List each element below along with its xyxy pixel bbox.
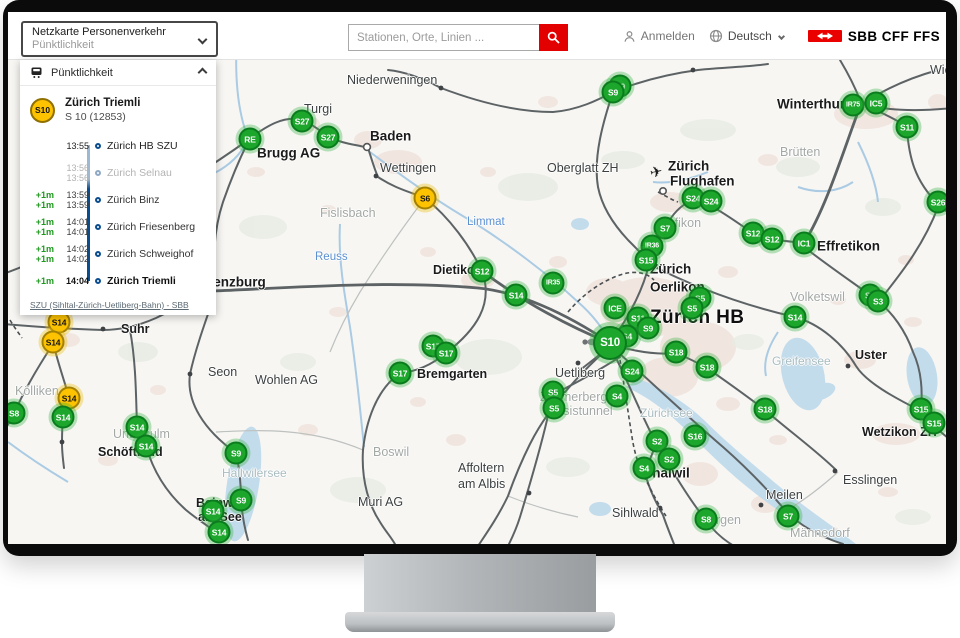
line-badge-s27[interactable]: S27 [291, 110, 314, 133]
line-badge-ic5[interactable]: IC5 [865, 92, 888, 115]
train-line-badge: S10 [30, 98, 55, 123]
line-badge-s8[interactable]: S8 [695, 508, 718, 531]
stop-row-z-rich-hb-szu[interactable]: 13:55Zürich HB SZU [20, 132, 216, 159]
chevron-down-icon [198, 35, 208, 45]
line-badge-s17[interactable]: S17 [389, 362, 412, 385]
line-badge-re[interactable]: RE [239, 128, 262, 151]
top-right-cluster: Anmelden Deutsch SBB CFF [623, 12, 940, 60]
monitor-scene: NiederweningenTurgiBadenBrugg AGWettinge… [0, 0, 960, 638]
login-label: Anmelden [641, 29, 695, 43]
line-badge-s14[interactable]: S14 [202, 500, 225, 523]
line-badge-s14[interactable]: S14 [135, 435, 158, 458]
line-badge-s7[interactable]: S7 [777, 505, 800, 528]
line-badge-s5[interactable]: S5 [543, 397, 566, 420]
line-badge-s12[interactable]: S12 [471, 260, 494, 283]
train-details-panel: Pünktlichkeit S10 Zürich Triemli S 10 (1… [20, 60, 216, 315]
line-badge-s14[interactable]: S14 [505, 284, 528, 307]
search-icon [547, 31, 560, 44]
line-badge-ic1[interactable]: IC1 [793, 232, 816, 255]
line-badge-s26[interactable]: S26 [927, 191, 947, 214]
stop-row-z-rich-triemli[interactable]: +1m14:04Zürich Triemli [20, 267, 216, 294]
language-label: Deutsch [728, 29, 772, 43]
line-badge-s14[interactable]: S14 [42, 331, 65, 354]
line-badge-s14[interactable]: S14 [52, 406, 75, 429]
monitor-stand-neck [364, 554, 596, 614]
line-badge-s15[interactable]: S15 [635, 249, 658, 272]
line-badge-s6[interactable]: S6 [414, 187, 437, 210]
chevron-up-icon [198, 68, 208, 78]
line-badge-s2[interactable]: S2 [658, 448, 681, 471]
login-button[interactable]: Anmelden [623, 29, 695, 43]
monitor-stand-base [345, 612, 615, 632]
line-badge-ir75[interactable]: IR75 [842, 94, 865, 117]
line-badge-s4[interactable]: S4 [633, 457, 656, 480]
app-window: NiederweningenTurgiBadenBrugg AGWettinge… [8, 12, 946, 544]
line-badge-s4[interactable]: S4 [606, 385, 629, 408]
line-badge-s17[interactable]: S17 [435, 342, 458, 365]
stop-node-icon [95, 170, 101, 176]
panel-title: Pünktlichkeit [51, 67, 191, 79]
stop-row-z-rich-binz[interactable]: +1m+1m13:5913:59Zürich Binz [20, 186, 216, 213]
line-badge-s24[interactable]: S24 [700, 190, 723, 213]
train-name: Zürich Triemli [65, 96, 140, 110]
chevron-down-icon [778, 32, 785, 39]
stop-row-z-rich-selnau[interactable]: 13:5613:56Zürich Selnau [20, 159, 216, 186]
layer-select-dropdown[interactable]: Netzkarte Personenverkehr Pünktlichkeit [21, 21, 218, 57]
globe-icon [709, 29, 723, 43]
stop-row-z-rich-schweighof[interactable]: +1m+1m14:0214:02Zürich Schweighof [20, 240, 216, 267]
line-badge-s27[interactable]: S27 [317, 126, 340, 149]
stop-node-icon [95, 251, 101, 257]
stop-node-icon [95, 278, 101, 284]
stop-node-icon [95, 143, 101, 149]
line-badge-s14[interactable]: S14 [208, 521, 231, 544]
language-selector[interactable]: Deutsch [709, 29, 784, 43]
stops-timeline: 13:55Zürich HB SZU13:5613:56Zürich Selna… [20, 132, 216, 294]
sbb-logo[interactable]: SBB CFF FFS [808, 29, 940, 44]
top-bar: Netzkarte Personenverkehr Pünktlichkeit [8, 12, 946, 60]
line-badge-s9[interactable]: S9 [225, 442, 248, 465]
layer-select-value: Netzkarte Personenverkehr [32, 26, 194, 39]
sbb-arrows-icon [808, 30, 842, 42]
line-badge-s8[interactable]: S8 [8, 402, 26, 425]
train-line-info: S 10 (12853) [65, 110, 140, 124]
line-badge-s24[interactable]: S24 [621, 360, 644, 383]
stop-node-icon [95, 197, 101, 203]
stop-row-z-rich-friesenberg[interactable]: +1m+1m14:0114:01Zürich Friesenberg [20, 213, 216, 240]
search-input[interactable] [348, 24, 539, 51]
line-badge-s9[interactable]: S9 [637, 317, 660, 340]
line-badge-s14[interactable]: S14 [784, 306, 807, 329]
train-icon [30, 67, 43, 78]
line-badge-ir35[interactable]: IR35 [542, 272, 565, 295]
line-badge-s11[interactable]: S11 [896, 116, 919, 139]
line-badge-s10[interactable]: S10 [593, 326, 627, 360]
line-badge-s16[interactable]: S16 [684, 425, 707, 448]
line-badge-s15[interactable]: S15 [923, 412, 946, 435]
sbb-logo-text: SBB CFF FFS [848, 29, 940, 44]
person-icon [623, 30, 636, 43]
line-badge-s18[interactable]: S18 [696, 356, 719, 379]
layer-select-sublabel: Pünktlichkeit [32, 39, 194, 52]
line-badge-s9[interactable]: S9 [230, 489, 253, 512]
line-badge-s12[interactable]: S12 [761, 228, 784, 251]
line-badge-s5[interactable]: S5 [681, 297, 704, 320]
line-badge-s18[interactable]: S18 [665, 341, 688, 364]
line-badge-s3[interactable]: S3 [867, 290, 890, 313]
train-summary: S10 Zürich Triemli S 10 (12853) [20, 86, 216, 124]
search-bar [348, 24, 568, 51]
stop-node-icon [95, 224, 101, 230]
line-badge-s9[interactable]: S9 [602, 81, 625, 104]
panel-header[interactable]: Pünktlichkeit [20, 60, 216, 86]
operator-link[interactable]: SZU (Sihltal-Zürich-Uetliberg-Bahn) - SB… [30, 300, 189, 310]
line-badge-ice[interactable]: ICE [604, 297, 627, 320]
line-badge-s18[interactable]: S18 [754, 398, 777, 421]
search-button[interactable] [539, 24, 568, 51]
